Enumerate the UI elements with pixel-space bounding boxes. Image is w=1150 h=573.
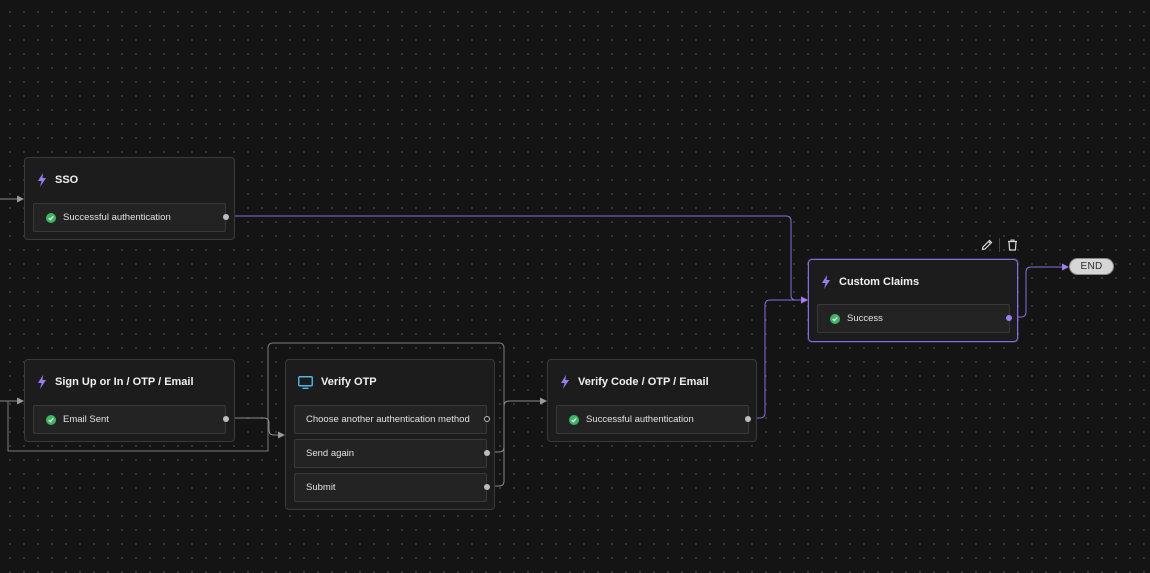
bolt-icon — [821, 275, 831, 289]
node-title: Custom Claims — [839, 276, 920, 288]
bolt-icon — [37, 173, 47, 187]
check-circle-icon — [569, 414, 579, 425]
node-sso[interactable]: SSO Successful authentication — [24, 157, 235, 240]
screen-icon — [298, 375, 313, 389]
output-handle[interactable] — [484, 450, 490, 456]
output-success[interactable]: Success — [817, 304, 1010, 333]
node-custom-claims[interactable]: Custom Claims Success — [808, 259, 1018, 342]
output-label: Successful authentication — [63, 212, 171, 223]
end-node[interactable]: END — [1069, 258, 1114, 275]
pencil-icon[interactable] — [979, 237, 995, 253]
node-toolbar — [979, 237, 1020, 253]
check-circle-icon — [46, 212, 56, 223]
node-title: Sign Up or In / OTP / Email — [55, 376, 194, 388]
node-verify-code-header: Verify Code / OTP / Email — [560, 374, 709, 390]
output-label: Send again — [306, 448, 355, 459]
output-successful-authentication[interactable]: Successful authentication — [556, 405, 749, 434]
node-sign-up-or-in[interactable]: Sign Up or In / OTP / Email Email Sent — [24, 359, 235, 442]
node-verify-otp-header: Verify OTP — [298, 374, 377, 390]
check-circle-icon — [830, 313, 840, 324]
output-label: Submit — [306, 482, 336, 493]
node-signup-header: Sign Up or In / OTP / Email — [37, 374, 194, 390]
edge-sso-to-custom-claims — [225, 215, 808, 304]
node-custom-claims-header: Custom Claims — [821, 274, 919, 290]
output-label: Success — [847, 313, 883, 324]
bolt-icon — [560, 375, 570, 389]
output-submit[interactable]: Submit — [294, 473, 487, 502]
flow-canvas[interactable]: SSO Successful authentication Sign Up or… — [0, 0, 1150, 573]
node-verify-otp[interactable]: Verify OTP Choose another authentication… — [285, 359, 495, 510]
node-verify-code[interactable]: Verify Code / OTP / Email Successful aut… — [547, 359, 757, 442]
node-title: SSO — [55, 174, 79, 186]
output-label: Choose another authentication method — [306, 414, 470, 425]
output-label: Successful authentication — [586, 414, 694, 425]
check-circle-icon — [46, 414, 56, 425]
node-title: Verify OTP — [321, 376, 377, 388]
toolbar-divider — [999, 238, 1000, 252]
output-successful-authentication[interactable]: Successful authentication — [33, 203, 226, 232]
output-handle[interactable] — [223, 416, 229, 422]
output-handle[interactable] — [484, 416, 490, 422]
output-choose-another-method[interactable]: Choose another authentication method — [294, 405, 487, 434]
output-handle[interactable] — [484, 484, 490, 490]
bolt-icon — [37, 375, 47, 389]
output-label: Email Sent — [63, 414, 109, 425]
node-sso-header: SSO — [37, 172, 78, 188]
output-email-sent[interactable]: Email Sent — [33, 405, 226, 434]
output-handle[interactable] — [1006, 315, 1012, 321]
output-handle[interactable] — [745, 416, 751, 422]
output-send-again[interactable]: Send again — [294, 439, 487, 468]
node-title: Verify Code / OTP / Email — [578, 376, 709, 388]
output-handle[interactable] — [223, 214, 229, 220]
trash-icon[interactable] — [1004, 237, 1020, 253]
